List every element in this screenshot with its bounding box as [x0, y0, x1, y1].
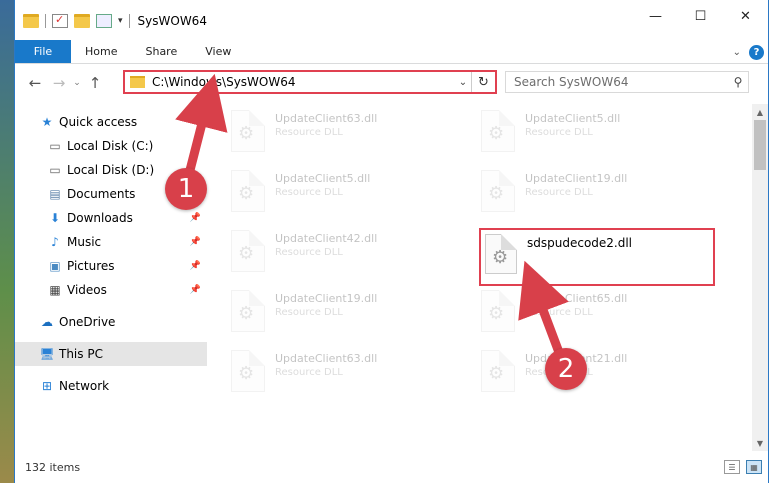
annotation-arrows — [175, 73, 569, 360]
arrow-to-dll-file — [518, 260, 569, 360]
arrow-to-address-bar — [175, 73, 228, 183]
step-2-badge: 2 — [545, 348, 587, 390]
step-1-badge: 1 — [165, 168, 207, 210]
